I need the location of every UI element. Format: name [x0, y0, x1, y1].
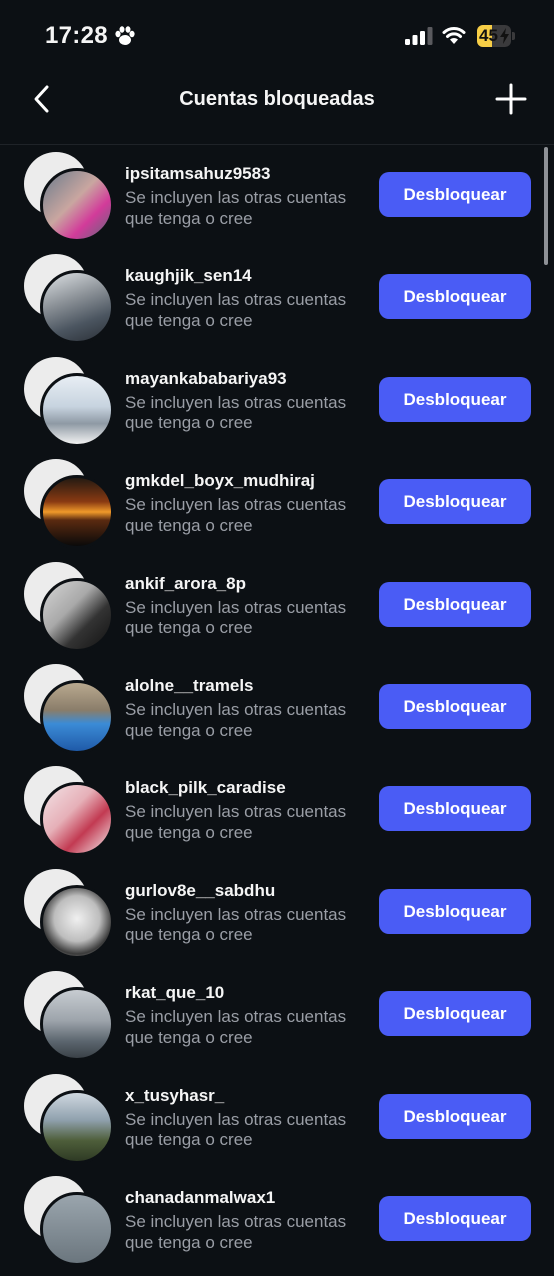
account-description: Se incluyen las otras cuentas que tenga …	[125, 392, 347, 433]
unblock-button[interactable]: Desbloquear	[379, 1093, 531, 1139]
unblock-button[interactable]: Desbloquear	[379, 172, 531, 217]
username[interactable]: ankif_arora_8p	[125, 574, 246, 594]
account-description: Se incluyen las otras cuentas que tenga …	[125, 802, 347, 842]
avatar-photo	[40, 1089, 114, 1164]
avatar[interactable]	[24, 459, 114, 550]
blocked-account-row[interactable]: kaughjik_sen14 Se incluyen las otras cuen…	[0, 252, 554, 354]
avatar[interactable]	[24, 971, 114, 1062]
avatar-photo	[40, 782, 114, 857]
nav-header: Cuentas bloqueadas	[0, 72, 554, 145]
username[interactable]: black_pilk_caradise	[125, 778, 286, 798]
avatar[interactable]	[24, 1073, 114, 1164]
account-description: Se incluyen las otras cuentas que tenga …	[125, 495, 347, 535]
avatar-photo	[40, 168, 114, 242]
blocked-account-row[interactable]: x_tusyhasr_ Se incluyen las otras cuentas…	[0, 1072, 554, 1174]
avatar[interactable]	[24, 254, 114, 345]
account-description: Se incluyen las otras cuentas que tenga …	[125, 290, 347, 330]
unblock-button[interactable]: Desbloquear	[379, 581, 531, 627]
blocked-account-row[interactable]: black_pilk_caradise Se incluyen las otras…	[0, 764, 554, 866]
username[interactable]: mayankababariya93	[125, 369, 287, 389]
avatar-photo	[40, 475, 114, 550]
status-bar: 17:28 45	[0, 0, 554, 72]
avatar[interactable]	[24, 1176, 114, 1266]
signal-icon	[405, 27, 433, 45]
battery-level: 45	[479, 26, 498, 45]
avatar-photo	[40, 987, 114, 1062]
account-description: Se incluyen las otras cuentas que tenga …	[125, 1212, 347, 1252]
username[interactable]: gurlov8e__sabdhu	[125, 881, 275, 901]
avatar-photo	[40, 884, 114, 959]
username[interactable]: chanadanmalwax1	[125, 1188, 275, 1208]
page-title: Cuentas bloqueadas	[179, 88, 375, 110]
unblock-button[interactable]: Desbloquear	[379, 888, 531, 934]
avatar[interactable]	[24, 766, 114, 857]
blocked-account-row[interactable]: chanadanmalwax1 Se incluyen las otras cue…	[0, 1174, 554, 1276]
status-time: 17:28	[45, 22, 108, 49]
unblock-button[interactable]: Desbloquear	[379, 274, 531, 320]
avatar[interactable]	[24, 868, 114, 959]
paw-icon	[115, 26, 135, 45]
username[interactable]: rkat_que_10	[125, 983, 224, 1003]
avatar[interactable]	[24, 664, 114, 754]
avatar[interactable]	[24, 356, 114, 447]
avatar[interactable]	[24, 152, 114, 242]
battery-icon: 45	[477, 25, 517, 47]
unblock-button[interactable]: Desbloquear	[379, 376, 531, 422]
scrollbar[interactable]	[544, 147, 548, 265]
username[interactable]: alolne__tramels	[125, 676, 254, 696]
unblock-button[interactable]: Desbloquear	[379, 991, 531, 1037]
account-description: Se incluyen las otras cuentas que tenga …	[125, 1109, 347, 1150]
username[interactable]: ipsitamsahuz9583	[125, 164, 271, 184]
username[interactable]: kaughjik_sen14	[125, 266, 252, 286]
avatar-photo	[40, 372, 114, 447]
unblock-button[interactable]: Desbloquear	[379, 684, 531, 729]
blocked-account-row[interactable]: mayankababariya93 Se incluyen las otras c…	[0, 355, 554, 457]
account-description: Se incluyen las otras cuentas que tenga …	[125, 700, 347, 740]
wifi-icon	[442, 27, 466, 44]
blocked-account-row[interactable]: ipsitamsahuz9583 Se incluyen las otras cu…	[0, 150, 554, 252]
account-description: Se incluyen las otras cuentas que tenga …	[125, 597, 347, 638]
blocked-account-row[interactable]: ankif_arora_8p Se incluyen las otras cuen…	[0, 560, 554, 662]
account-description: Se incluyen las otras cuentas que tenga …	[125, 188, 347, 228]
unblock-button[interactable]: Desbloquear	[379, 1196, 531, 1241]
plus-icon[interactable]	[495, 83, 527, 115]
blocked-account-row[interactable]: alolne__tramels Se incluyen las otras cue…	[0, 662, 554, 764]
avatar-photo	[40, 680, 114, 754]
blocked-account-row[interactable]: rkat_que_10 Se incluyen las otras cuentas…	[0, 969, 554, 1071]
blocked-account-row[interactable]: gmkdel_boyx_mudhiraj Se incluyen las otra…	[0, 457, 554, 559]
avatar-photo	[40, 270, 114, 345]
charging-bolt-icon	[500, 28, 509, 44]
blocked-account-row[interactable]: gurlov8e__sabdhu Se incluyen las otras cu…	[0, 867, 554, 969]
unblock-button[interactable]: Desbloquear	[379, 479, 531, 525]
account-description: Se incluyen las otras cuentas que tenga …	[125, 1007, 347, 1047]
username[interactable]: x_tusyhasr_	[125, 1086, 224, 1106]
avatar[interactable]	[24, 561, 114, 652]
avatar-photo	[40, 577, 114, 652]
account-description: Se incluyen las otras cuentas que tenga …	[125, 904, 347, 945]
unblock-button[interactable]: Desbloquear	[379, 786, 531, 832]
username[interactable]: gmkdel_boyx_mudhiraj	[125, 471, 315, 491]
avatar-photo	[40, 1192, 114, 1266]
